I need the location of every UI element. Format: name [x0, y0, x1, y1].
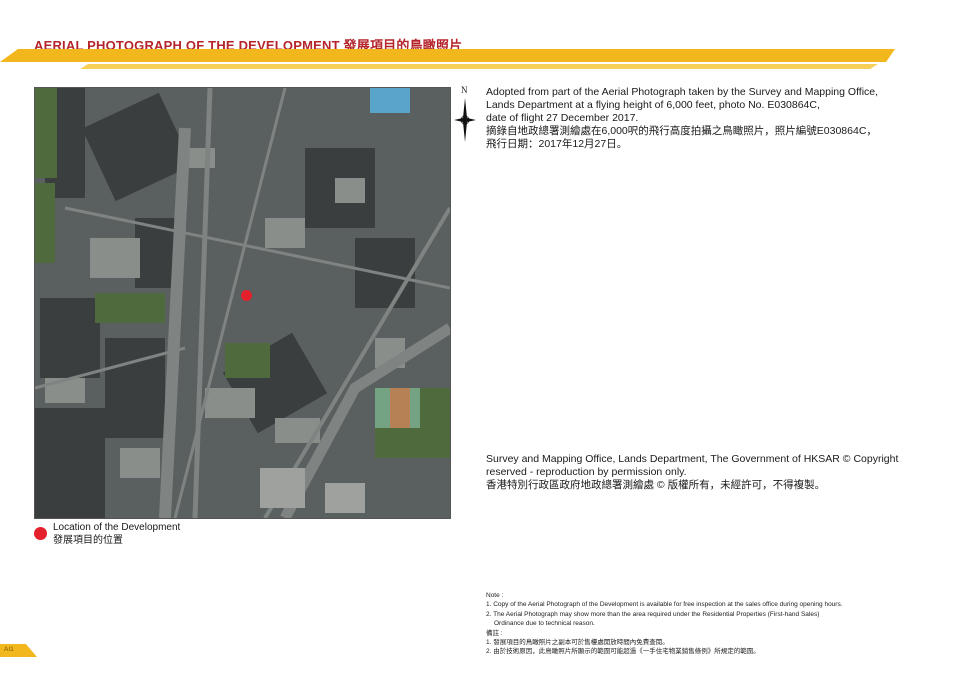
copyright-line: Survey and Mapping Office, Lands Departm… — [486, 453, 899, 465]
notes: Note : 1. Copy of the Aerial Photograph … — [486, 591, 843, 657]
legend: Location of the Development 發展項目的位置 — [53, 521, 180, 547]
note-item-zh: 1. 發展項目的鳥瞰照片之副本可於售樓處開放時間內免費查閱。 — [486, 639, 669, 647]
caption-line: Lands Department at a flying height of 6… — [486, 99, 820, 111]
compass-star-icon — [454, 98, 476, 142]
copyright-notice: Survey and Mapping Office, Lands Departm… — [486, 453, 898, 492]
note-item-zh: 2. 由於技術原因，此鳥瞰照片所顯示的範圍可能超過《一手住宅物業銷售條例》所規定… — [486, 648, 760, 656]
north-arrow: N — [454, 85, 476, 143]
header-band — [0, 49, 895, 62]
legend-marker-icon — [34, 527, 47, 540]
legend-label-zh: 發展項目的位置 — [53, 535, 123, 546]
photo-caption: Adopted from part of the Aerial Photogra… — [486, 86, 878, 151]
notes-heading-zh: 備註 : — [486, 629, 503, 637]
note-item-en: 2. The Aerial Photograph may show more t… — [486, 610, 820, 618]
caption-line: 摘錄自地政總署測繪處在6,000呎的飛行高度拍攝之鳥瞰照片，照片編號E03086… — [486, 125, 877, 137]
aerial-photograph — [34, 87, 451, 519]
copyright-line: 香港特別行政區政府地政總署測繪處 © 版權所有，未經許可，不得複製。 — [486, 479, 826, 491]
north-label: N — [461, 85, 468, 95]
note-item-en: Ordinance due to technical reason. — [494, 620, 595, 628]
page-number: AI1 — [4, 646, 14, 653]
note-item-en: 1. Copy of the Aerial Photograph of the … — [486, 601, 843, 609]
caption-line: 飛行日期：2017年12月27日。 — [486, 138, 628, 150]
aerial-photo-image — [35, 88, 450, 518]
copyright-line: reserved - reproduction by permission on… — [486, 466, 687, 478]
notes-heading-en: Note : — [486, 592, 504, 599]
development-location-marker — [241, 290, 252, 301]
legend-label-en: Location of the Development — [53, 522, 181, 533]
header-band-secondary — [80, 64, 878, 69]
caption-line: date of flight 27 December 2017. — [486, 112, 639, 124]
caption-line: Adopted from part of the Aerial Photogra… — [486, 86, 879, 98]
